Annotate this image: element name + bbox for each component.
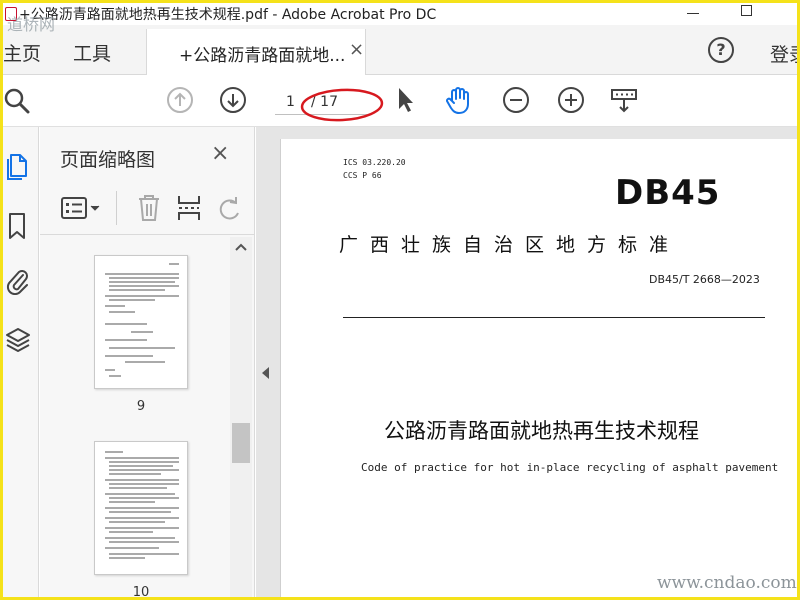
collapse-panel-icon[interactable] (262, 367, 269, 379)
thumbnail-toolbar (40, 183, 255, 235)
zoom-in-icon[interactable] (556, 85, 586, 115)
close-panel-icon[interactable]: × (211, 141, 229, 166)
close-tab-icon[interactable]: × (349, 39, 364, 60)
current-page-input[interactable]: 1 (286, 94, 295, 110)
search-icon[interactable] (3, 85, 33, 115)
ics-code: ICS 03.220.20 (343, 158, 406, 167)
thumbnail-options-icon[interactable] (60, 195, 104, 221)
watermark-bottom: www.cndao.com (657, 573, 797, 593)
scrollbar-thumb[interactable] (232, 423, 250, 463)
prev-page-icon[interactable] (165, 85, 195, 115)
main-toolbar: 1 / 17 (3, 75, 797, 127)
rotate-page-icon[interactable] (216, 193, 242, 223)
title-bar: +公路沥青路面就地热再生技术规程.pdf - Adobe Acrobat Pro… (3, 3, 797, 25)
help-button[interactable]: ? (708, 37, 734, 63)
header-rule (343, 317, 765, 318)
delete-page-icon[interactable] (136, 193, 162, 223)
layers-icon[interactable] (5, 325, 31, 355)
login-button[interactable]: 登录 (770, 40, 797, 67)
tab-tools[interactable]: 工具 (73, 39, 111, 66)
document-tab-label: +公路沥青路面就地... (179, 46, 346, 66)
maximize-button[interactable] (741, 5, 752, 16)
fit-page-icon[interactable] (609, 85, 639, 115)
thumbnail-scrollbar[interactable] (230, 237, 252, 597)
next-page-icon[interactable] (218, 85, 248, 115)
thumbnail-list: 9 10 (40, 237, 230, 597)
thumbnail-page-number: 10 (132, 585, 150, 597)
thumbnail-page-10[interactable] (94, 441, 188, 575)
minimize-button[interactable] (687, 13, 699, 14)
ccs-code: CCS P 66 (343, 171, 382, 180)
tab-bar: 主页 工具 +公路沥青路面就地... × ? 登录 (3, 25, 797, 75)
navigation-rail (3, 127, 39, 597)
scroll-up-icon[interactable] (235, 243, 247, 251)
document-title-cn: 公路沥青路面就地热再生技术规程 (384, 419, 699, 443)
page-thumbnails-icon[interactable] (5, 151, 31, 181)
region-standard-title: 广西壮族自治区地方标准 (339, 234, 681, 256)
page-9-preview (105, 263, 179, 377)
panel-title: 页面缩略图 (60, 149, 156, 171)
toolbar-divider (116, 191, 117, 225)
document-title-en: Code of practice for hot in-place recycl… (361, 461, 779, 474)
window-title: +公路沥青路面就地热再生技术规程.pdf - Adobe Acrobat Pro… (19, 7, 437, 23)
zoom-out-icon[interactable] (501, 85, 531, 115)
db45-logo: DB45 (615, 173, 721, 213)
thumbnail-page-number: 9 (136, 399, 146, 414)
page-10-preview (105, 451, 179, 559)
tab-home[interactable]: 主页 (3, 39, 41, 66)
pdf-page: ICS 03.220.20 CCS P 66 DB45 广西壮族自治区地方标准 … (280, 139, 797, 597)
document-view[interactable]: ICS 03.220.20 CCS P 66 DB45 广西壮族自治区地方标准 … (256, 127, 797, 597)
watermark-top: 道桥网 (7, 15, 56, 34)
tab-document[interactable]: +公路沥青路面就地... × (146, 29, 366, 75)
insert-page-icon[interactable] (176, 193, 202, 223)
page-thumbnails-panel: 页面缩略图 × 9 10 (40, 127, 255, 597)
red-highlight-ellipse (300, 88, 384, 122)
bookmark-icon[interactable] (5, 211, 31, 241)
acrobat-window: +公路沥青路面就地热再生技术规程.pdf - Adobe Acrobat Pro… (3, 3, 797, 597)
attachment-icon[interactable] (5, 265, 31, 295)
hand-tool-icon[interactable] (444, 85, 474, 115)
select-cursor-icon[interactable] (393, 85, 417, 115)
standard-number: DB45/T 2668—2023 (649, 273, 760, 286)
thumbnail-page-9[interactable] (94, 255, 188, 389)
